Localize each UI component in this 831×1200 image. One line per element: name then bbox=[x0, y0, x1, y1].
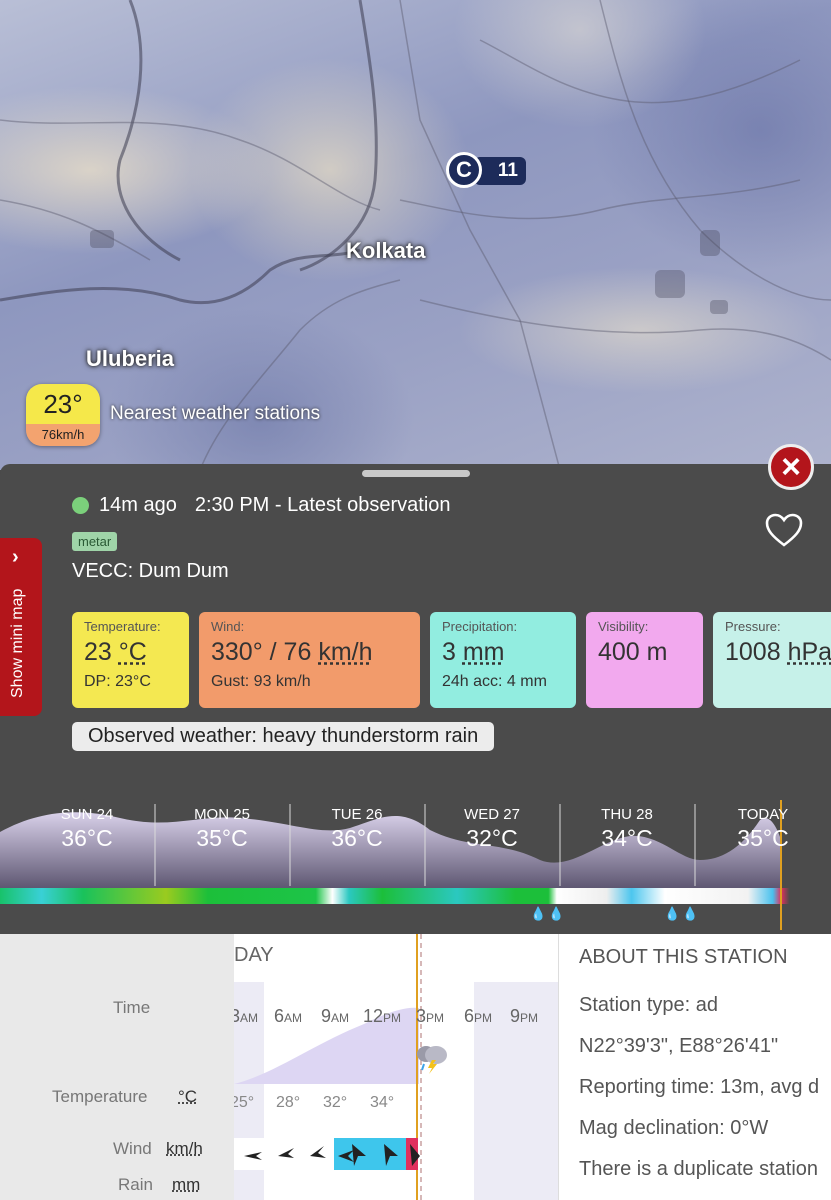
city-label-uluberia: Uluberia bbox=[86, 346, 175, 371]
station-panel: × 14m ago 2:30 PM - Latest observation m… bbox=[0, 444, 831, 934]
hourly-forecast-table[interactable]: DAY 3AM 6AM 9AM 12PM 3PM 6PM 9PM 25° 28°… bbox=[234, 934, 558, 1200]
precipitation-card-label: Precipitation: bbox=[442, 619, 518, 634]
hourly-temp: 28° bbox=[276, 1094, 301, 1111]
favorite-heart-icon[interactable] bbox=[764, 512, 804, 548]
precipitation-card[interactable]: Precipitation: 3 mm 24h acc: 4 mm bbox=[430, 612, 576, 708]
pressure-card[interactable]: Pressure: 1008 hPa bbox=[713, 612, 831, 708]
wind-card-label: Wind: bbox=[211, 619, 245, 634]
station-icon: C bbox=[446, 152, 482, 188]
forecast-day-today[interactable]: TODAY 35°C bbox=[695, 806, 831, 852]
observed-weather-chip: Observed weather: heavy thunderstorm rai… bbox=[72, 722, 495, 751]
hour-label: 3PM bbox=[416, 1006, 445, 1026]
temperature-value: 23 °C bbox=[84, 638, 147, 666]
hour-label: 9AM bbox=[321, 1006, 350, 1026]
show-mini-map-button[interactable]: › Show mini map bbox=[0, 538, 42, 716]
hourly-temp: 34° bbox=[370, 1094, 395, 1111]
forecast-day-2[interactable]: MON 25 35°C bbox=[154, 806, 290, 852]
temperature-card[interactable]: Temperature: 23 °C DP: 23°C bbox=[72, 612, 189, 708]
source-tag: metar bbox=[72, 532, 118, 551]
hour-label: 6AM bbox=[274, 1006, 303, 1026]
hourly-temp: 25° bbox=[234, 1094, 255, 1111]
nearest-station-bubble[interactable]: 23° 76km/h bbox=[26, 384, 100, 446]
about-reporting-time: Reporting time: 13m, avg d bbox=[579, 1076, 820, 1098]
forecast-day-3[interactable]: TUE 26 36°C bbox=[289, 806, 425, 852]
hourly-day-header: DAY bbox=[234, 944, 274, 966]
forecast-day-5[interactable]: THU 28 34°C bbox=[559, 806, 695, 852]
observation-time: 2:30 PM - Latest observation bbox=[194, 494, 451, 516]
status-dot bbox=[72, 497, 89, 514]
dew-point: DP: 23°C bbox=[84, 673, 151, 690]
about-station-coordinates: N22°39'3", E88°26'41" bbox=[579, 1035, 779, 1057]
chevron-right-icon: › bbox=[12, 546, 19, 568]
observation-age: 14m ago bbox=[99, 494, 177, 516]
nearest-station-temperature: 23° bbox=[26, 384, 100, 424]
hourly-row-labels: Time Temperature °C Wind km/h Rain mm bbox=[0, 934, 234, 1200]
row-label-temperature: Temperature bbox=[52, 1087, 148, 1106]
precipitation-value: 3 mm bbox=[442, 638, 505, 666]
precipitation-24h: 24h acc: 4 mm bbox=[442, 673, 547, 690]
pressure-unit[interactable]: hPa bbox=[788, 638, 831, 666]
city-label-kolkata: Kolkata bbox=[346, 238, 426, 263]
hour-label: 9PM bbox=[510, 1006, 539, 1026]
precipitation-unit[interactable]: mm bbox=[463, 638, 505, 666]
wind-unit-toggle[interactable]: km/h bbox=[166, 1139, 203, 1159]
close-icon: × bbox=[781, 448, 801, 486]
show-mini-map-label: Show mini map bbox=[9, 588, 26, 698]
daily-forecast-strip[interactable]: SUN 24 36°C MON 25 35°C TUE 26 36°C WED 27 3… bbox=[0, 800, 831, 930]
weather-map[interactable]: Kolkata Uluberia 11 C 23° 76km/h Nearest… bbox=[0, 0, 831, 470]
wind-unit[interactable]: km/h bbox=[318, 638, 372, 666]
visibility-card-label: Visibility: bbox=[598, 619, 649, 634]
about-station-heading: ABOUT THIS STATION bbox=[579, 946, 788, 968]
rain-unit-toggle[interactable]: mm bbox=[172, 1175, 200, 1195]
wind-card[interactable]: Wind: 330° / 76 km/h Gust: 93 km/h bbox=[199, 612, 420, 708]
station-name: VECC: Dum Dum bbox=[72, 560, 229, 582]
nearest-station-wind: 76km/h bbox=[26, 424, 100, 446]
pressure-value: 1008 hPa bbox=[725, 638, 831, 666]
hourly-temp: 32° bbox=[323, 1094, 348, 1111]
hourly-chart bbox=[234, 934, 558, 1200]
about-station-type: Station type: ad bbox=[579, 994, 718, 1016]
raindrop-icon: 💧💧 bbox=[530, 906, 567, 921]
row-label-rain: Rain bbox=[118, 1175, 153, 1194]
wind-gust: Gust: 93 km/h bbox=[211, 673, 311, 690]
temperature-unit-toggle[interactable]: °C bbox=[178, 1087, 197, 1107]
about-station-section: ABOUT THIS STATION Station type: ad N22°… bbox=[558, 934, 831, 1200]
panel-drag-handle[interactable] bbox=[362, 470, 470, 477]
row-label-wind: Wind bbox=[113, 1139, 152, 1158]
close-button[interactable]: × bbox=[768, 444, 814, 490]
nearest-stations-label[interactable]: Nearest weather stations bbox=[110, 403, 320, 425]
hour-label: 3AM bbox=[234, 1006, 259, 1026]
raindrop-icon: 💧💧 bbox=[664, 906, 701, 921]
hour-label: 6PM bbox=[464, 1006, 493, 1026]
pressure-card-label: Pressure: bbox=[725, 619, 781, 634]
forecast-day-4[interactable]: WED 27 32°C bbox=[424, 806, 560, 852]
station-details: Time Temperature °C Wind km/h Rain mm DA… bbox=[0, 934, 831, 1200]
temperature-unit[interactable]: °C bbox=[119, 638, 147, 666]
observation-status: 14m ago 2:30 PM - Latest observation bbox=[72, 494, 451, 517]
map-roads bbox=[0, 0, 831, 470]
thunderstorm-icon bbox=[417, 1046, 447, 1074]
visibility-value: 400 m bbox=[598, 638, 668, 666]
row-label-time: Time bbox=[113, 998, 151, 1017]
temperature-card-label: Temperature: bbox=[84, 619, 161, 634]
hour-label: 12PM bbox=[363, 1006, 402, 1026]
visibility-card[interactable]: Visibility: 400 m bbox=[586, 612, 703, 708]
forecast-day-1[interactable]: SUN 24 36°C bbox=[19, 806, 155, 852]
about-mag-declination: Mag declination: 0°W bbox=[579, 1117, 769, 1139]
about-duplicate-station: There is a duplicate station bbox=[579, 1158, 819, 1180]
wind-value: 330° / 76 km/h bbox=[211, 638, 373, 666]
